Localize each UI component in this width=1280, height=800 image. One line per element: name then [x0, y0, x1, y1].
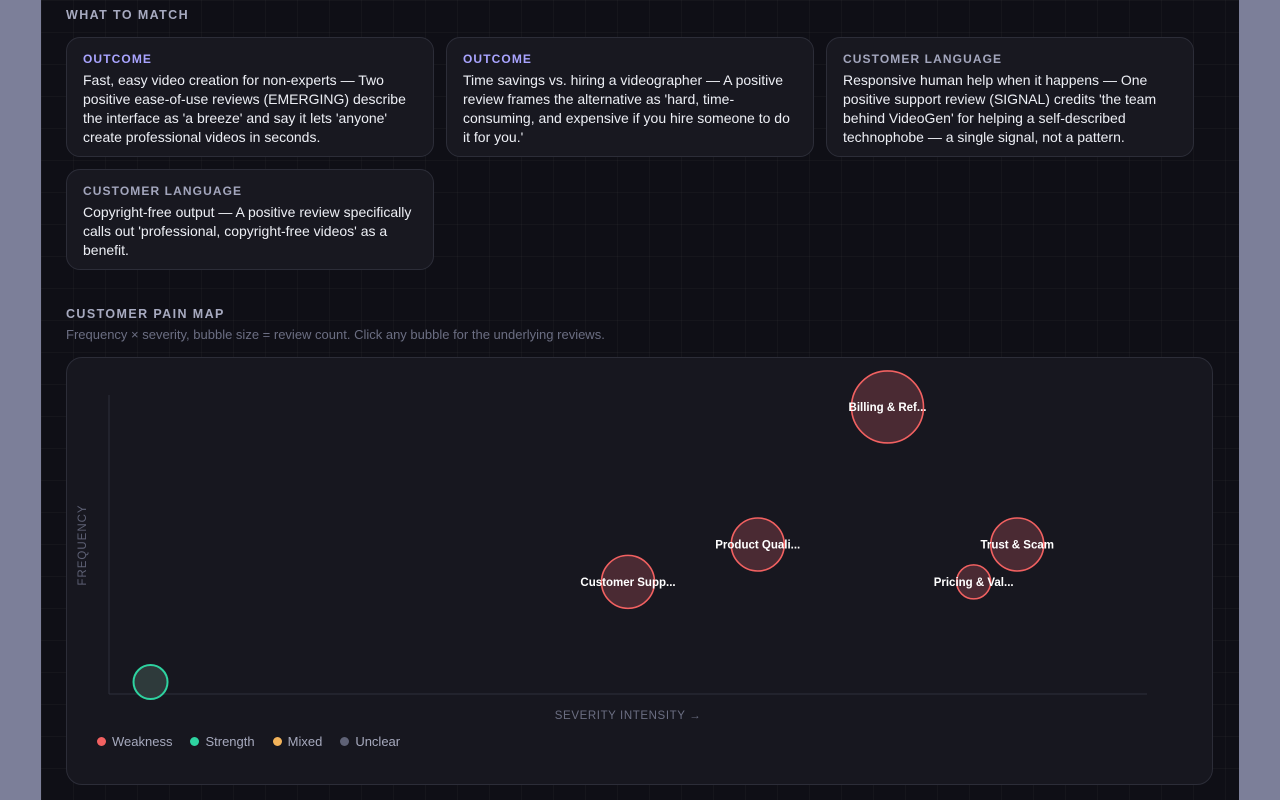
card-text: Fast, easy video creation for non-expert…	[83, 72, 406, 145]
bubble-label: Trust & Scam	[981, 540, 1055, 552]
y-axis-label: FREQUENCY	[77, 504, 89, 585]
card-text: Time savings vs. hiring a videographer —…	[463, 72, 790, 145]
chart-legend: Weakness Strength Mixed Unclear	[97, 734, 400, 749]
match-card-2: OUTCOME Time savings vs. hiring a videog…	[446, 37, 814, 157]
legend-unclear[interactable]: Unclear	[340, 734, 400, 749]
legend-label: Weakness	[112, 734, 173, 749]
pain-map-svg: FREQUENCY SEVERITY INTENSITY → Billing &…	[77, 370, 1147, 722]
bubble-label: Product Quali...	[715, 540, 800, 552]
what-to-match-heading: WHAT TO MATCH	[66, 8, 190, 22]
legend-weakness[interactable]: Weakness	[97, 734, 172, 749]
card-label: CUSTOMER LANGUAGE	[83, 184, 243, 198]
card-label: CUSTOMER LANGUAGE	[843, 52, 1003, 66]
strength-dot-icon	[190, 737, 200, 746]
unclear-dot-icon	[340, 737, 350, 746]
weakness-dot-icon	[97, 737, 106, 746]
report-panel: WHAT TO MATCH OUTCOME Fast, easy video c…	[41, 0, 1239, 800]
bubble-label: Customer Supp...	[580, 577, 675, 589]
legend-mixed[interactable]: Mixed	[272, 734, 323, 749]
card-text: Copyright-free output — A positive revie…	[83, 204, 412, 258]
pain-map-heading: CUSTOMER PAIN MAP	[66, 307, 225, 321]
card-label: OUTCOME	[83, 52, 153, 66]
legend-label: Strength	[205, 734, 255, 749]
match-card-4: CUSTOMER LANGUAGE Copyright-free output …	[66, 169, 434, 270]
pain-map-subtitle: Frequency × severity, bubble size = revi…	[66, 327, 605, 342]
card-label: OUTCOME	[463, 52, 533, 66]
x-axis-label: SEVERITY INTENSITY →	[555, 710, 701, 722]
legend-label: Mixed	[287, 734, 323, 749]
bubble-label: Billing & Ref...	[849, 402, 927, 414]
match-card-3: CUSTOMER LANGUAGE Responsive human help …	[826, 37, 1194, 157]
match-card-1: OUTCOME Fast, easy video creation for no…	[66, 37, 434, 157]
bubble-strength-point[interactable]	[132, 664, 169, 701]
bubble-layer: Billing & Ref... Product Quali... Trust & …	[132, 370, 1055, 701]
pain-map-chart: FREQUENCY SEVERITY INTENSITY → Billing &…	[66, 357, 1213, 785]
legend-strength[interactable]: Strength	[190, 734, 255, 749]
bubble-label: Pricing & Val...	[934, 577, 1014, 589]
mixed-dot-icon	[272, 737, 282, 746]
legend-label: Unclear	[355, 734, 401, 749]
card-text: Responsive human help when it happens — …	[843, 72, 1157, 145]
